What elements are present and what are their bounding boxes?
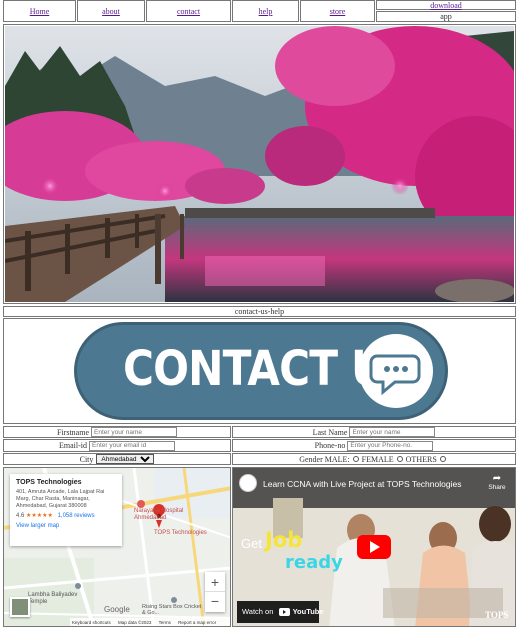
nav-contact-link[interactable]: contact [177, 7, 200, 16]
nav-about-cell: about [77, 0, 145, 22]
rating-stars: ★★★★★ [26, 513, 53, 519]
youtube-logo-play [282, 610, 286, 615]
map-label-temple: Lambha Baliyadev Temple [28, 592, 78, 605]
firstname-input[interactable] [91, 427, 177, 437]
cherry-blossom-lake-image [5, 26, 514, 302]
section-label: contact-us-help [234, 307, 285, 316]
video-frame: Learn CCNA with Live Project at TOPS Tec… [232, 467, 516, 627]
share-icon: ➦ [492, 473, 502, 484]
nav-app-label: app [440, 12, 452, 21]
city-cell: City Ahmedabad [3, 453, 231, 465]
phone-input[interactable] [347, 440, 434, 451]
ready-text: ready [285, 552, 343, 573]
nav-store-cell: store [300, 0, 375, 22]
get-text: Get [241, 536, 262, 551]
share-label: Share [488, 484, 506, 491]
map-label-stars: Rising Stars Box Cricket & Go... [142, 604, 202, 616]
google-logo: Google [104, 605, 130, 614]
keyboard-shortcuts-link[interactable]: Keyboard shortcuts [72, 620, 111, 625]
nav-help-link[interactable]: help [259, 7, 273, 16]
play-button[interactable] [357, 535, 391, 559]
gender-male-label: Gender MALE: [299, 454, 350, 464]
phone-cell: Phone-no [232, 439, 516, 452]
play-icon [370, 541, 380, 553]
nav-contact-cell: contact [146, 0, 231, 22]
contact-us-help-bar: contact-us-help [3, 306, 516, 317]
contact-us-banner: CONTACT US [74, 322, 448, 420]
contact-banner-frame: CONTACT US [3, 318, 516, 424]
view-larger-map-link[interactable]: View larger map [16, 523, 116, 529]
nav-home-cell: Home [3, 0, 76, 22]
place-rating-row: 4.6 ★★★★★ 1,058 reviews [16, 512, 116, 519]
nav-download-link[interactable]: download [430, 1, 462, 10]
terms-link[interactable]: Terms [159, 620, 171, 625]
reviews-link[interactable]: 1,058 reviews [58, 513, 95, 519]
nav-home-link[interactable]: Home [30, 7, 50, 16]
zoom-out-button[interactable]: − [205, 592, 225, 612]
tops-brand-watermark: TOPS [485, 610, 509, 620]
youtube-logo-icon [278, 608, 290, 617]
nav-store-link[interactable]: store [330, 7, 346, 16]
map-data-text: Map data ©2023 [118, 620, 152, 625]
channel-avatar[interactable] [239, 474, 257, 492]
phone-label: Phone-no [314, 441, 346, 450]
lastname-cell: Last Name [232, 426, 516, 438]
nav-about-link[interactable]: about [102, 7, 120, 16]
nav-help-cell: help [232, 0, 299, 22]
firstname-label: Firstname [57, 427, 89, 437]
nav-app-cell: app [376, 11, 516, 22]
zoom-in-button[interactable]: + [205, 572, 225, 592]
watch-on-youtube-button[interactable]: Watch on YouTube [237, 601, 324, 623]
place-name: TOPS Technologies [16, 479, 82, 486]
place-address: 401, Amrutа Arcade, Lala Lajpat Rai Marg… [16, 489, 105, 509]
place-info-card: TOPS Technologies 401, Amrutа Arcade, La… [10, 474, 122, 546]
video-title[interactable]: Learn CCNA with Live Project at TOPS Tec… [263, 479, 483, 489]
chat-bubble-circle [359, 334, 433, 408]
hero-image-frame [3, 24, 516, 304]
map-marker-label: TOPS Technologies [154, 530, 207, 536]
report-map-error-link[interactable]: Report a map error [178, 620, 216, 625]
lastname-label: Last Name [312, 427, 348, 437]
place-rating: 4.6 [16, 513, 25, 519]
email-cell: Email-id [3, 439, 231, 452]
watch-on-label: Watch on [242, 607, 274, 616]
map-zoom-control: + − [205, 572, 225, 612]
female-label: FEMALE [361, 454, 394, 464]
map-frame: Narayana Hospital Ahmedabad TOPS Technol… [3, 467, 231, 627]
email-input[interactable] [89, 440, 175, 451]
male-radio[interactable] [352, 456, 359, 462]
share-button[interactable]: ➦ Share [483, 473, 511, 492]
map-footer-bar: Keyboard shortcuts Map data ©2023 Terms … [70, 618, 230, 626]
city-select[interactable]: Ahmedabad [96, 454, 155, 464]
others-radio[interactable] [439, 456, 446, 462]
email-label: Email-id [59, 441, 87, 450]
firstname-cell: Firstname [3, 426, 231, 438]
others-label: OTHERS [405, 454, 437, 464]
nav-download-cell: download [376, 0, 516, 10]
city-label: City [79, 454, 94, 464]
satellite-toggle-thumbnail[interactable] [10, 597, 30, 617]
gender-cell: Gender MALE: FEMALE OTHERS [232, 453, 516, 465]
job-text: Job [265, 528, 303, 552]
chat-bubble-icon [369, 354, 421, 396]
map-label-hospital: Narayana Hospital Ahmedabad [134, 508, 184, 521]
female-radio[interactable] [396, 456, 403, 462]
youtube-label: YouTube [292, 607, 324, 616]
lastname-input[interactable] [349, 427, 436, 437]
